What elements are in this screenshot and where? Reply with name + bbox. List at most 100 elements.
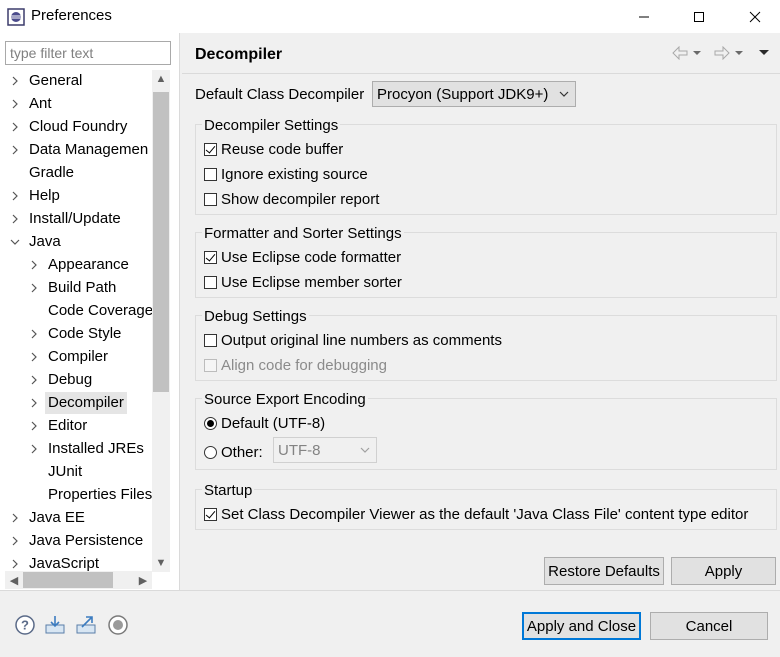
reuse-code-buffer-checkbox[interactable]: Reuse code buffer: [204, 139, 343, 159]
chevron-right-icon[interactable]: [10, 513, 20, 523]
chevron-right-icon[interactable]: [10, 122, 20, 132]
checkbox-box[interactable]: [204, 275, 217, 289]
set-default-editor-checkbox[interactable]: Set Class Decompiler Viewer as the defau…: [204, 504, 748, 524]
tree-item-label: Compiler: [48, 348, 109, 365]
encoding-other-radio[interactable]: Other:: [204, 442, 263, 462]
chevron-right-icon[interactable]: [29, 329, 39, 339]
record-icon[interactable]: [107, 614, 129, 636]
checkbox-box[interactable]: [204, 192, 217, 206]
radio-label: Default (UTF-8): [221, 414, 326, 432]
tree-item-debug[interactable]: Debug: [0, 369, 152, 391]
tree-item-java-ee[interactable]: Java EE: [0, 507, 152, 529]
tree-item-install-update[interactable]: Install/Update: [0, 208, 152, 230]
default-decompiler-value: Procyon (Support JDK9+): [377, 85, 549, 103]
tree-item-help[interactable]: Help: [0, 185, 152, 207]
tree-item-label: Java: [29, 233, 61, 250]
tree-horizontal-scrollbar[interactable]: ◀ ▶: [5, 571, 152, 589]
back-button[interactable]: [672, 44, 702, 62]
back-menu-chevron-icon: [693, 51, 701, 55]
apply-and-close-button[interactable]: Apply and Close: [522, 612, 641, 640]
chevron-right-icon[interactable]: [10, 559, 20, 569]
tree-item-ant[interactable]: Ant: [0, 93, 152, 115]
tree-item-appearance[interactable]: Appearance: [0, 254, 152, 276]
group-title: Formatter and Sorter Settings: [202, 225, 404, 243]
chevron-down-icon[interactable]: [10, 237, 20, 247]
encoding-default-radio[interactable]: Default (UTF-8): [204, 413, 325, 433]
tree-item-java-persistence[interactable]: Java Persistence: [0, 530, 152, 552]
use-eclipse-sorter-checkbox[interactable]: Use Eclipse member sorter: [204, 272, 402, 292]
chevron-right-icon[interactable]: [29, 444, 39, 454]
tree-item-properties-files[interactable]: Properties Files: [0, 484, 152, 506]
apply-button[interactable]: Apply: [671, 557, 776, 585]
chevron-right-icon[interactable]: [10, 99, 20, 109]
tree-item-label: JUnit: [48, 463, 83, 480]
tree-vertical-scrollbar[interactable]: ▲ ▼: [152, 70, 170, 572]
chevron-right-icon[interactable]: [29, 398, 39, 408]
chevron-right-icon[interactable]: [10, 536, 20, 546]
help-icon[interactable]: ?: [14, 614, 36, 636]
close-button[interactable]: [732, 0, 778, 33]
forward-menu-chevron-icon: [735, 51, 743, 55]
tree-item-java[interactable]: Java: [0, 231, 152, 253]
tree-item-cloud-foundry[interactable]: Cloud Foundry: [0, 116, 152, 138]
maximize-button[interactable]: [676, 0, 722, 33]
chevron-right-icon[interactable]: [10, 145, 20, 155]
vertical-scroll-thumb[interactable]: [153, 92, 169, 392]
use-eclipse-formatter-checkbox[interactable]: Use Eclipse code formatter: [204, 247, 401, 267]
chevron-right-icon[interactable]: [10, 76, 20, 86]
tree-item-code-coverage[interactable]: Code Coverage: [0, 300, 152, 322]
forward-button[interactable]: [714, 44, 744, 62]
radio-button[interactable]: [204, 445, 217, 459]
chevron-right-icon[interactable]: [29, 375, 39, 385]
tree-item-junit[interactable]: JUnit: [0, 461, 152, 483]
tree-item-compiler[interactable]: Compiler: [0, 346, 152, 368]
window-title: Preferences: [31, 7, 112, 24]
preference-page: Decompiler Default Class Decompiler Proc…: [182, 33, 780, 590]
scroll-up-icon[interactable]: ▲: [153, 71, 169, 87]
view-menu-icon: [759, 50, 769, 55]
tree-item-decompiler[interactable]: Decompiler: [0, 392, 152, 414]
preferences-tree: General Ant Cloud Foundry Data Managemen Gra…: [0, 70, 152, 572]
checkbox-box[interactable]: [204, 167, 217, 181]
scroll-down-icon[interactable]: ▼: [153, 555, 169, 571]
header-separator: [182, 73, 780, 74]
chevron-right-icon[interactable]: [29, 260, 39, 270]
checkbox-box[interactable]: [204, 142, 217, 156]
tree-item-data-managemen[interactable]: Data Managemen: [0, 139, 152, 161]
tree-item-label: Help: [29, 187, 60, 204]
tree-item-code-style[interactable]: Code Style: [0, 323, 152, 345]
tree-item-label: Ant: [29, 95, 52, 112]
view-menu-button[interactable]: [758, 44, 770, 62]
chevron-right-icon[interactable]: [10, 191, 20, 201]
minimize-button[interactable]: [621, 0, 667, 33]
chevron-right-icon[interactable]: [29, 352, 39, 362]
back-arrow-icon: [672, 46, 688, 60]
tree-item-gradle[interactable]: Gradle: [0, 162, 152, 184]
tree-item-general[interactable]: General: [0, 70, 152, 92]
checkbox-box[interactable]: [204, 333, 217, 347]
scroll-right-icon[interactable]: ▶: [135, 572, 151, 588]
filter-input[interactable]: [5, 41, 171, 65]
export-icon[interactable]: [75, 614, 97, 636]
chevron-right-icon[interactable]: [29, 283, 39, 293]
checkbox-box[interactable]: [204, 507, 217, 521]
chevron-right-icon[interactable]: [10, 214, 20, 224]
chevron-right-icon[interactable]: [29, 421, 39, 431]
horizontal-scroll-thumb[interactable]: [23, 572, 113, 588]
cancel-button[interactable]: Cancel: [650, 612, 768, 640]
radio-button[interactable]: [204, 416, 217, 430]
tree-item-installed-jres[interactable]: Installed JREs: [0, 438, 152, 460]
output-line-numbers-checkbox[interactable]: Output original line numbers as comments: [204, 330, 502, 350]
import-icon[interactable]: [44, 614, 66, 636]
tree-item-javascript[interactable]: JavaScript: [0, 553, 152, 572]
tree-item-build-path[interactable]: Build Path: [0, 277, 152, 299]
tree-item-editor[interactable]: Editor: [0, 415, 152, 437]
restore-defaults-button[interactable]: Restore Defaults: [544, 557, 664, 585]
checkbox-box[interactable]: [204, 250, 217, 264]
eclipse-app-icon: [7, 8, 25, 26]
ignore-existing-source-checkbox[interactable]: Ignore existing source: [204, 164, 368, 184]
default-decompiler-select[interactable]: Procyon (Support JDK9+): [372, 81, 576, 107]
show-decompiler-report-checkbox[interactable]: Show decompiler report: [204, 189, 379, 209]
scroll-left-icon[interactable]: ◀: [6, 572, 22, 588]
preferences-navigation: General Ant Cloud Foundry Data Managemen Gra…: [0, 33, 180, 590]
